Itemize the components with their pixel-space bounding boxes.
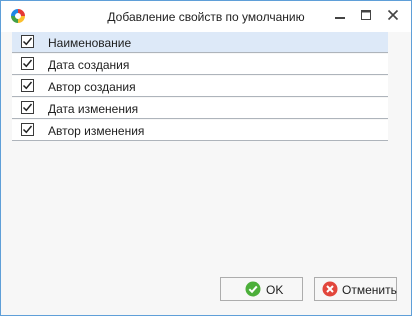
checkbox[interactable] — [21, 79, 34, 92]
property-row-name[interactable]: Наименование — [12, 32, 388, 53]
property-row-created-date[interactable]: Дата создания — [12, 54, 388, 75]
x-circle-icon — [322, 281, 338, 297]
property-row-modified-author[interactable]: Автор изменения — [12, 120, 388, 141]
checkmark-icon — [22, 59, 33, 68]
close-button[interactable] — [385, 7, 401, 23]
minimize-icon — [335, 17, 345, 19]
checkbox[interactable] — [21, 35, 34, 48]
cancel-button-label: Отменить — [342, 283, 397, 297]
ok-button-label: OK — [266, 283, 284, 297]
checkmark-icon — [22, 81, 33, 90]
minimize-button[interactable] — [332, 7, 348, 23]
property-label: Дата создания — [48, 58, 130, 72]
property-label: Наименование — [48, 36, 132, 50]
property-label: Автор создания — [48, 80, 136, 94]
ok-button[interactable]: OK — [220, 277, 303, 301]
title-bar[interactable]: Добавление свойств по умолчанию — [1, 1, 411, 32]
dialog-window: Добавление свойств по умолчанию Наименов… — [0, 0, 412, 316]
checkmark-icon — [22, 37, 33, 46]
checkmark-icon — [22, 103, 33, 112]
checkmark-icon — [22, 125, 33, 134]
close-icon — [387, 9, 399, 21]
property-row-modified-date[interactable]: Дата изменения — [12, 98, 388, 119]
property-label: Дата изменения — [48, 102, 139, 116]
checkbox[interactable] — [21, 57, 34, 70]
cancel-button[interactable]: Отменить — [314, 277, 397, 301]
window-title: Добавление свойств по умолчанию — [107, 10, 305, 24]
checkbox[interactable] — [21, 123, 34, 136]
properties-list: Наименование Дата создания Автор создани… — [12, 32, 388, 142]
property-row-created-author[interactable]: Автор создания — [12, 76, 388, 97]
maximize-button[interactable] — [358, 7, 374, 23]
checkbox[interactable] — [21, 101, 34, 114]
maximize-icon — [361, 10, 371, 20]
check-circle-icon — [245, 281, 261, 297]
property-label: Автор изменения — [48, 124, 145, 138]
